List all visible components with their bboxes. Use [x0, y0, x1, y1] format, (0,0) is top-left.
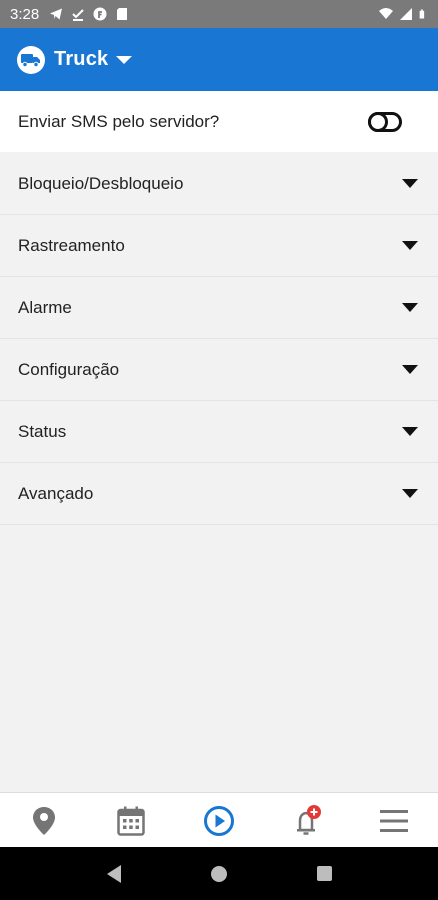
download-done-icon	[72, 9, 84, 21]
menu-item-label: Rastreamento	[18, 235, 125, 255]
nav-map-button[interactable]	[22, 799, 66, 843]
sd-card-icon	[117, 8, 128, 20]
back-icon[interactable]	[106, 864, 121, 883]
play-circle-icon	[203, 805, 234, 836]
telegram-icon	[50, 8, 63, 20]
menu-item-bloqueio[interactable]: Bloqueio/Desbloqueio	[0, 153, 438, 215]
nav-menu-button[interactable]	[372, 799, 416, 843]
sms-server-row: Enviar SMS pelo servidor?	[0, 91, 438, 152]
recents-icon[interactable]	[316, 866, 332, 881]
expand-arrow-icon[interactable]	[402, 303, 418, 312]
expand-arrow-icon[interactable]	[402, 241, 418, 250]
nav-calendar-button[interactable]	[109, 799, 153, 843]
menu-item-alarme[interactable]: Alarme	[0, 277, 438, 339]
truck-icon	[17, 45, 45, 74]
menu-item-rastreamento[interactable]: Rastreamento	[0, 215, 438, 277]
toggle-knob	[368, 111, 388, 132]
chevron-down-icon[interactable]	[116, 55, 133, 64]
menu-item-avancado[interactable]: Avançado	[0, 463, 438, 525]
nav-play-button[interactable]	[197, 799, 241, 843]
status-time: 3:28	[10, 5, 40, 23]
menu-item-configuracao[interactable]: Configuração	[0, 339, 438, 401]
system-nav-bar	[0, 847, 438, 900]
menu-item-label: Bloqueio/Desbloqueio	[18, 173, 184, 193]
map-pin-icon	[32, 806, 55, 835]
app-bar[interactable]: Truck	[0, 28, 438, 91]
expand-arrow-icon[interactable]	[402, 489, 418, 498]
menu-item-status[interactable]: Status	[0, 401, 438, 463]
sms-server-label: Enviar SMS pelo servidor?	[18, 111, 220, 131]
expand-arrow-icon[interactable]	[402, 179, 418, 188]
expand-arrow-icon[interactable]	[402, 427, 418, 436]
vehicle-selector-title[interactable]: Truck	[54, 48, 108, 71]
menu-item-label: Configuração	[18, 359, 120, 379]
bell-icon	[296, 804, 321, 835]
expand-arrow-icon[interactable]	[402, 365, 418, 374]
command-menu: Bloqueio/Desbloqueio Rastreamento Alarme…	[0, 153, 438, 525]
signal-icon	[400, 8, 412, 20]
status-bar: 3:28	[0, 0, 438, 28]
status-left-icons	[49, 7, 129, 21]
battery-icon	[419, 9, 425, 19]
menu-item-label: Alarme	[18, 297, 72, 317]
status-right-icons	[379, 7, 428, 21]
f-app-icon	[93, 7, 107, 21]
calendar-icon	[117, 806, 146, 836]
home-icon[interactable]	[210, 865, 227, 882]
menu-item-label: Avançado	[18, 483, 94, 503]
wifi-icon	[379, 8, 393, 19]
sms-server-toggle[interactable]	[368, 111, 402, 132]
menu-item-label: Status	[18, 421, 67, 441]
bottom-nav	[0, 792, 438, 848]
nav-notifications-button[interactable]	[285, 799, 329, 843]
menu-icon	[380, 809, 409, 832]
